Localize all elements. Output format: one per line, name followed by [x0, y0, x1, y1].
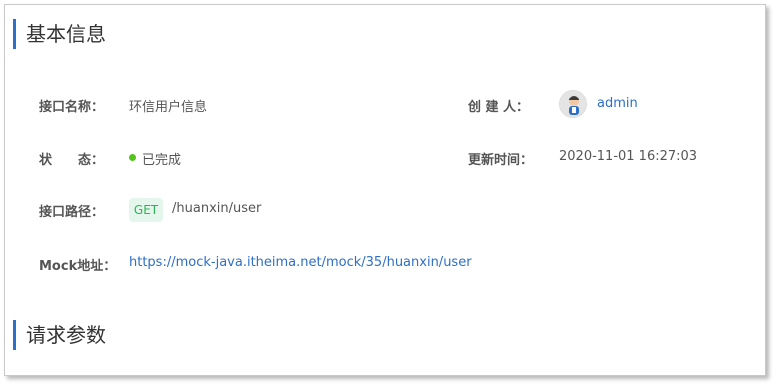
interface-detail-panel: 基本信息 接口名称： 环信用户信息 创 建 人： admin 状 态： 已完成 …: [4, 4, 766, 376]
creator-label: 创 建 人：: [468, 100, 530, 115]
status-label: 状 态：: [39, 153, 105, 168]
section-title-basic-info: 基本信息: [13, 19, 106, 49]
method-badge: GET: [129, 198, 163, 222]
status-value: 已完成: [142, 153, 182, 168]
name-label: 接口名称：: [39, 100, 105, 115]
section-title-request-params: 请求参数: [13, 320, 106, 350]
avatar[interactable]: [559, 90, 587, 118]
path-label: 接口路径：: [39, 205, 105, 220]
path-value: /huanxin/user: [172, 201, 262, 216]
creator-link[interactable]: admin: [597, 96, 638, 111]
mock-label: Mock地址：: [39, 259, 117, 274]
name-value: 环信用户信息: [129, 100, 208, 115]
user-avatar-icon: [560, 91, 586, 117]
status-dot-icon: [129, 154, 136, 161]
updated-time-value: 2020-11-01 16:27:03: [559, 149, 698, 164]
mock-url-link[interactable]: https://mock-java.itheima.net/mock/35/hu…: [129, 255, 472, 270]
updated-time-label: 更新时间：: [468, 153, 534, 168]
